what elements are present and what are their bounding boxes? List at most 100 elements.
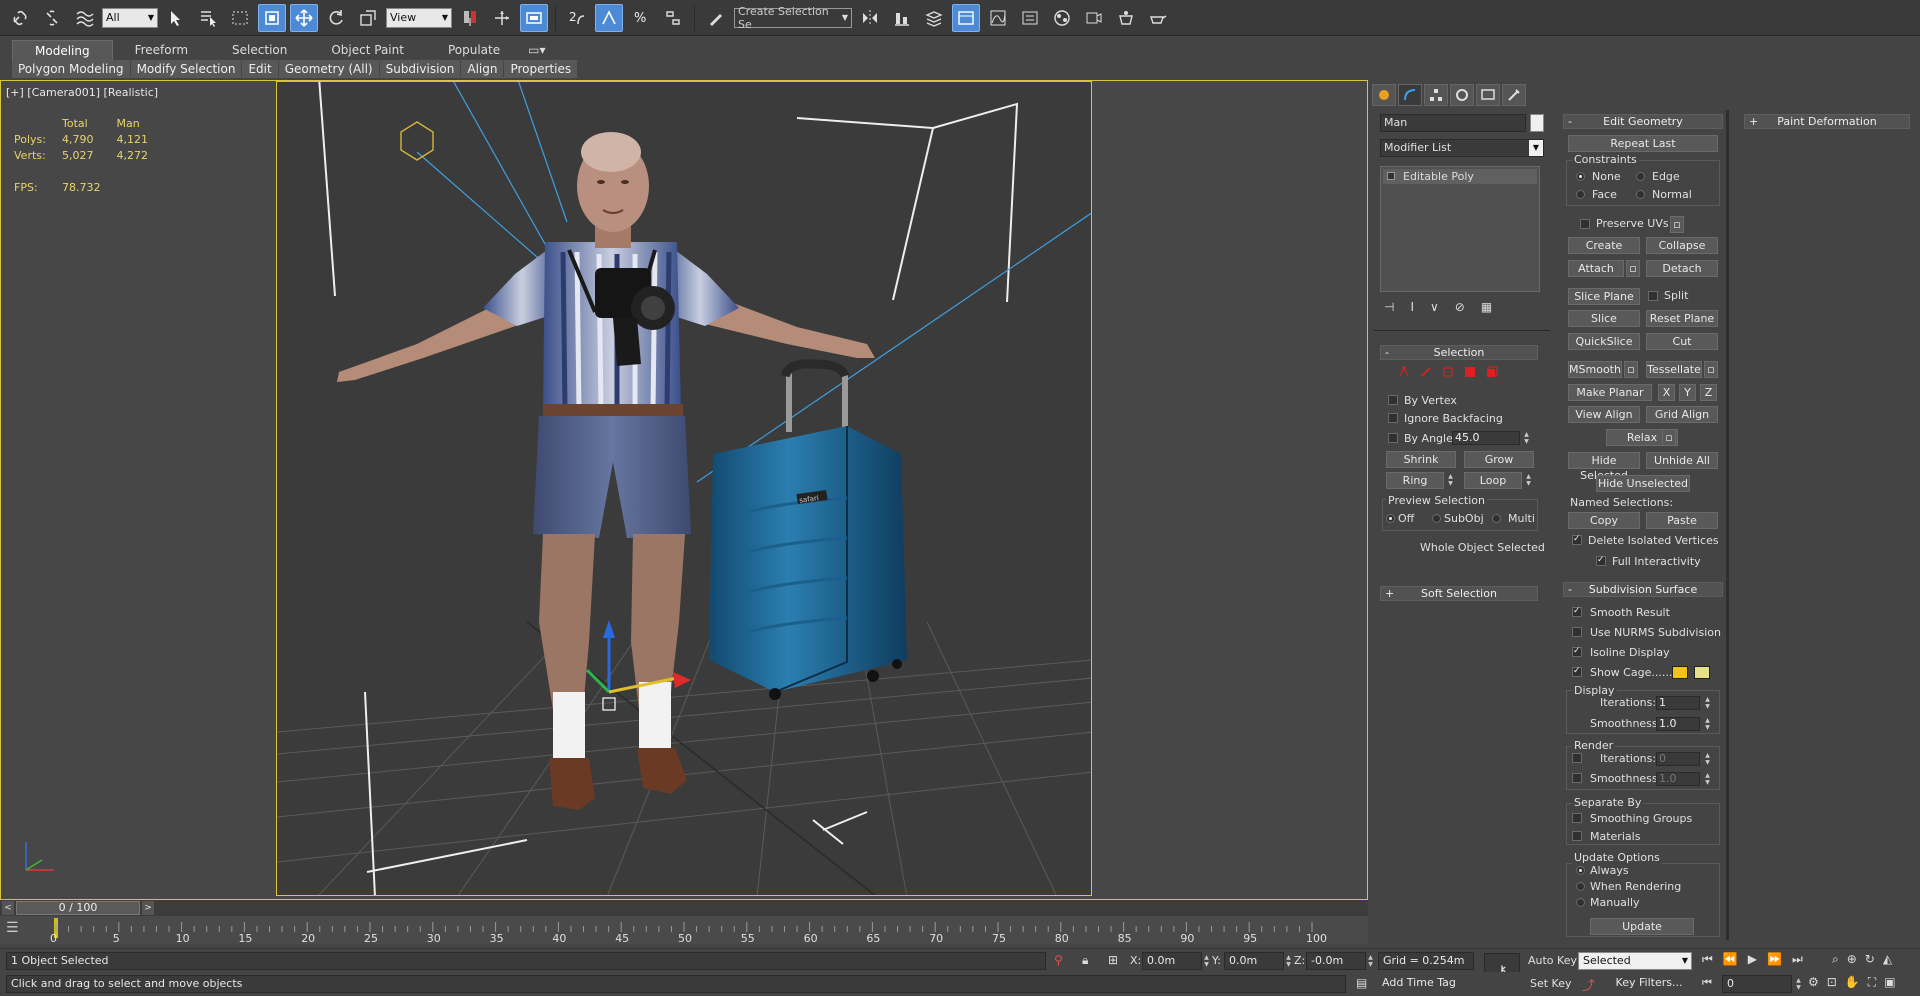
ring-spinner-arrows[interactable]: ▲ ▼ [1446,473,1455,487]
msmooth-settings-icon[interactable]: ▫ [1624,361,1638,378]
ribbon-edit[interactable]: Edit [242,61,279,77]
default-in-out-tangents-icon[interactable]: ⤴ [1582,975,1595,994]
scale-icon[interactable] [354,4,382,32]
set-key-button[interactable]: Set Key [1530,977,1572,990]
maximize-toggle-icon[interactable]: ▣ [1884,975,1895,990]
align-icon[interactable] [888,4,916,32]
relax-settings-icon[interactable]: ▫ [1662,429,1676,446]
next-frame-icon[interactable]: > [142,901,154,915]
display-tab-icon[interactable] [1476,84,1500,106]
motion-tab-icon[interactable] [1450,84,1474,106]
planar-x-button[interactable]: X [1658,384,1675,401]
x-coord-field[interactable]: 0.0m [1142,952,1202,970]
current-frame-field[interactable]: 0 [1722,975,1792,993]
ribbon-modify-selection[interactable]: Modify Selection [131,61,243,77]
move-icon[interactable] [290,3,318,32]
link-icon[interactable] [6,4,34,32]
smooth-result-checkbox[interactable] [1572,606,1582,617]
go-to-end-icon[interactable]: ⏭ [1792,952,1803,967]
angle-snap-icon[interactable] [595,3,623,32]
collapse-button[interactable]: Collapse [1646,237,1718,254]
ribbon-properties[interactable]: Properties [504,61,579,77]
previous-frame-icon[interactable]: < [2,901,14,915]
grid-align-button[interactable]: Grid Align [1646,406,1718,423]
render-iterations-checkbox[interactable] [1572,753,1582,763]
tab-object-paint[interactable]: Object Paint [309,40,426,60]
hide-unselected-button[interactable]: Hide Unselected [1596,475,1690,492]
element-level-icon[interactable] [1486,366,1498,378]
y-coord-field[interactable]: 0.0m [1224,952,1284,970]
object-color-swatch[interactable] [1530,114,1544,132]
panel-scrollbar[interactable] [1726,110,1729,940]
window-crossing-icon[interactable] [258,3,286,32]
ribbon-options-icon[interactable]: ▭▾ [522,40,551,60]
bind-space-warp-icon[interactable] [70,4,98,32]
ring-button[interactable]: Ring [1386,472,1444,489]
reset-plane-button[interactable]: Reset Plane [1646,310,1718,327]
render-production-icon[interactable] [1144,4,1172,32]
copy-named-selection-button[interactable]: Copy [1568,512,1640,529]
split-checkbox[interactable] [1648,291,1658,301]
planar-z-button[interactable]: Z [1700,384,1717,401]
render-iterations-spinner[interactable]: 0 [1656,752,1700,766]
hierarchy-tab-icon[interactable] [1424,84,1448,106]
attach-list-icon[interactable]: ▫ [1626,260,1640,277]
preview-multi-radio[interactable] [1492,514,1501,523]
schematic-view-icon[interactable] [1016,4,1044,32]
tessellate-button[interactable]: Tessellate [1646,361,1702,378]
show-cage-checkbox[interactable] [1572,666,1582,677]
rectangular-selection-icon[interactable] [226,4,254,32]
angle-spinner[interactable]: 45.0 [1452,431,1520,445]
pivot-center-icon[interactable] [456,4,484,32]
attach-button[interactable]: Attach [1568,260,1624,277]
selection-filter-dropdown[interactable]: All ▼ [102,7,158,28]
constraint-face-radio[interactable] [1576,190,1585,199]
edit-geometry-rollout-header[interactable]: - Edit Geometry [1563,114,1723,129]
by-angle-checkbox[interactable] [1388,433,1398,443]
snaps-toggle-icon[interactable]: 2 [563,4,591,32]
constraint-normal-radio[interactable] [1636,190,1645,199]
key-mode-toggle-icon[interactable]: ⏮ [1702,976,1712,990]
selection-rollout-header[interactable]: - Selection [1380,345,1538,360]
y-coord-arrows[interactable]: ▲ ▼ [1284,954,1293,968]
curve-editor-icon[interactable] [984,4,1012,32]
create-tab-icon[interactable] [1372,84,1396,106]
ribbon-subdivision[interactable]: Subdivision [380,61,462,77]
ignore-backfacing-checkbox[interactable] [1388,413,1398,423]
field-of-view-icon[interactable]: ◭ [1883,952,1892,967]
make-unique-icon[interactable]: ∨ [1430,300,1439,314]
render-smoothness-arrows[interactable]: ▲ ▼ [1703,772,1712,786]
material-editor-icon[interactable] [1048,4,1076,32]
mirror-icon[interactable] [856,4,884,32]
pan-icon[interactable]: ✋ [1845,975,1860,990]
update-manually-radio[interactable] [1576,898,1585,907]
use-nurms-checkbox[interactable] [1572,627,1582,637]
key-selection-set-dropdown[interactable]: Selected ▼ [1578,952,1692,970]
planar-y-button[interactable]: Y [1679,384,1696,401]
cage-selection-color-swatch[interactable] [1694,666,1710,679]
absolute-mode-transform-icon[interactable]: ⊞ [1108,953,1118,967]
tessellate-settings-icon[interactable]: ▫ [1704,361,1718,378]
remove-modifier-icon[interactable]: ⊘ [1455,300,1465,314]
named-selection-dropdown[interactable]: Create Selection Se ▼ [734,5,852,31]
isoline-display-checkbox[interactable] [1572,646,1582,657]
play-icon[interactable]: ▶ [1748,952,1757,967]
edge-level-icon[interactable] [1420,366,1432,378]
percent-snap-icon[interactable]: % [627,4,655,32]
render-iterations-arrows[interactable]: ▲ ▼ [1703,752,1712,766]
rendered-frame-window-icon[interactable] [1112,4,1140,32]
view-align-button[interactable]: View Align [1568,406,1640,423]
slice-plane-button[interactable]: Slice Plane [1568,288,1640,305]
slice-button[interactable]: Slice [1568,310,1640,327]
loop-button[interactable]: Loop [1464,472,1522,489]
select-object-icon[interactable] [162,4,190,32]
z-coord-arrows[interactable]: ▲ ▼ [1366,954,1375,968]
update-always-radio[interactable] [1576,866,1585,875]
viewport-label[interactable]: [+] [Camera001] [Realistic] [6,86,158,99]
preview-off-radio[interactable] [1386,514,1395,523]
delete-isolated-vertices-checkbox[interactable] [1572,534,1582,545]
zoom-all-icon[interactable]: ⊕ [1847,952,1857,967]
smoothing-groups-checkbox[interactable] [1572,813,1582,823]
select-by-name-icon[interactable] [194,4,222,32]
pin-stack-icon[interactable]: ⊣ [1384,300,1394,314]
